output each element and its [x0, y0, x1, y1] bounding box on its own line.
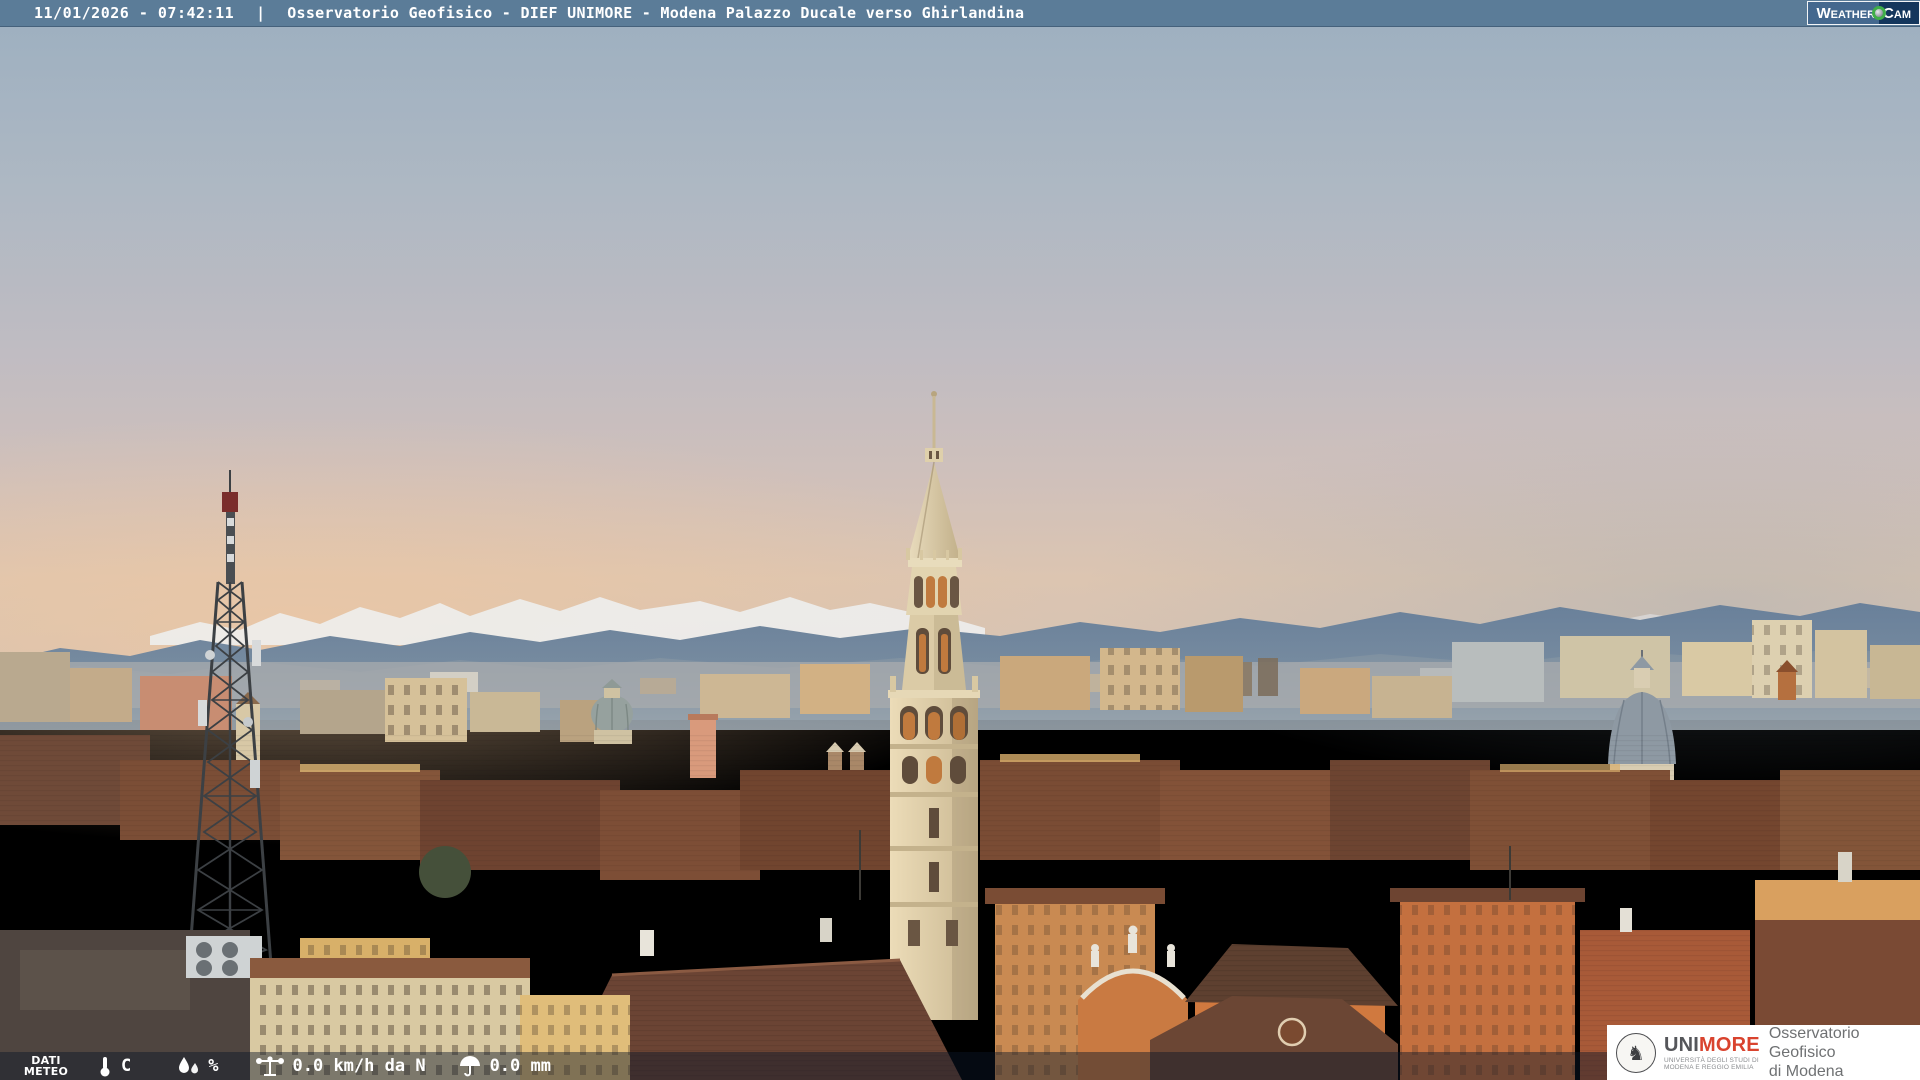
observatory-name: Osservatorio Geofisico di Modena: [1769, 1024, 1920, 1080]
unimore-subtitle: UNIVERSITÀ DEGLI STUDI DI MODENA E REGGI…: [1664, 1057, 1760, 1071]
humidity-unit: %: [208, 1056, 218, 1076]
city-panorama: [0, 0, 1920, 1080]
webcam-frame: 11/01/2026 - 07:42:11 | Osservatorio Geo…: [0, 0, 1920, 1080]
unimore-seal-icon: ♞: [1616, 1033, 1656, 1073]
page-title: Osservatorio Geofisico - DIEF UNIMORE - …: [287, 4, 1024, 22]
unimore-wordmark-more: MORE: [1699, 1034, 1760, 1056]
datetime-label: 11/01/2026 - 07:42:11: [34, 4, 234, 22]
meteo-label: DATI METEO: [20, 1055, 72, 1077]
topbar-separator: |: [256, 4, 265, 22]
unimore-brand-block: UNIMORE UNIVERSITÀ DEGLI STUDI DI MODENA…: [1664, 1035, 1760, 1071]
weathercam-word2: Cam: [1883, 6, 1911, 21]
meteo-label-line2: METEO: [20, 1066, 72, 1077]
topbar: 11/01/2026 - 07:42:11 | Osservatorio Geo…: [0, 0, 1920, 27]
observatory-name-line1: Osservatorio Geofisico: [1769, 1024, 1920, 1062]
weathercam-logo[interactable]: Weather Cam: [1807, 1, 1920, 25]
droplets-icon: [175, 1055, 201, 1077]
unimore-wordmark: UNIMORE: [1664, 1035, 1760, 1055]
unimore-subtitle-line1: UNIVERSITÀ DEGLI STUDI DI: [1664, 1057, 1760, 1064]
umbrella-icon: [458, 1055, 482, 1077]
anemometer-icon: [255, 1055, 285, 1077]
temperature-unit: C: [121, 1056, 131, 1076]
unimore-wordmark-uni: UNI: [1664, 1034, 1699, 1056]
weathercam-globe-icon: [1872, 6, 1886, 20]
weathercam-word1: Weather: [1816, 6, 1875, 21]
observatory-name-line2: di Modena: [1769, 1062, 1920, 1080]
unimore-subtitle-line2: MODENA E REGGIO EMILIA: [1664, 1064, 1760, 1071]
unimore-panel[interactable]: ♞ UNIMORE UNIVERSITÀ DEGLI STUDI DI MODE…: [1607, 1025, 1920, 1080]
wind-value: 0.0 km/h da N: [293, 1056, 426, 1076]
thermometer-icon: [98, 1055, 112, 1077]
weathercam-logo-left: Weather: [1808, 2, 1879, 24]
rain-value: 0.0 mm: [490, 1056, 551, 1076]
